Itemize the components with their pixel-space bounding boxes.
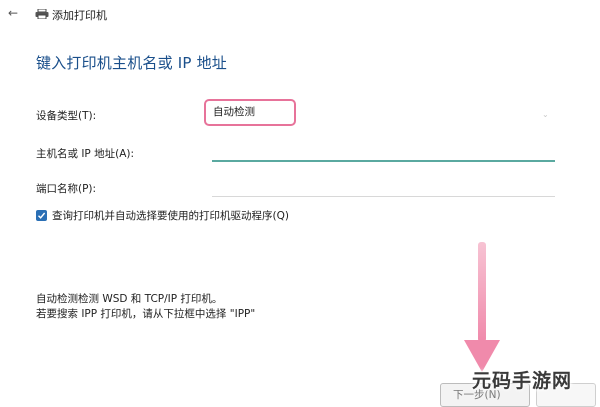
watermark-logo: 元码手游网 [472,370,573,392]
page-heading: 键入打印机主机名或 IP 地址 [36,54,228,72]
hostname-label: 主机名或 IP 地址(A): [36,148,135,160]
window-title: 添加打印机 [52,9,107,22]
query-driver-checkbox[interactable] [36,210,47,221]
port-name-label: 端口名称(P): [36,183,97,195]
hostname-input[interactable] [212,142,555,160]
back-arrow-icon[interactable]: ← [6,6,20,20]
check-icon [38,212,46,219]
annotation-arrow-icon [464,242,500,372]
printer-icon [35,9,49,19]
hostname-underline [212,160,555,162]
query-driver-label: 查询打印机并自动选择要使用的打印机驱动程序(Q) [52,210,289,222]
device-type-select[interactable]: 自动检测 [204,99,296,126]
port-name-underline [212,196,555,197]
title-bar: ← 添加打印机 [0,0,600,28]
device-type-label: 设备类型(T): [36,110,97,122]
chevron-down-icon[interactable]: ⌄ [542,110,549,119]
info-line-2: 若要搜索 IPP 打印机，请从下拉框中选择 "IPP" [36,308,256,320]
port-name-input[interactable] [212,178,555,196]
info-line-1: 自动检测检测 WSD 和 TCP/IP 打印机。 [36,293,223,305]
